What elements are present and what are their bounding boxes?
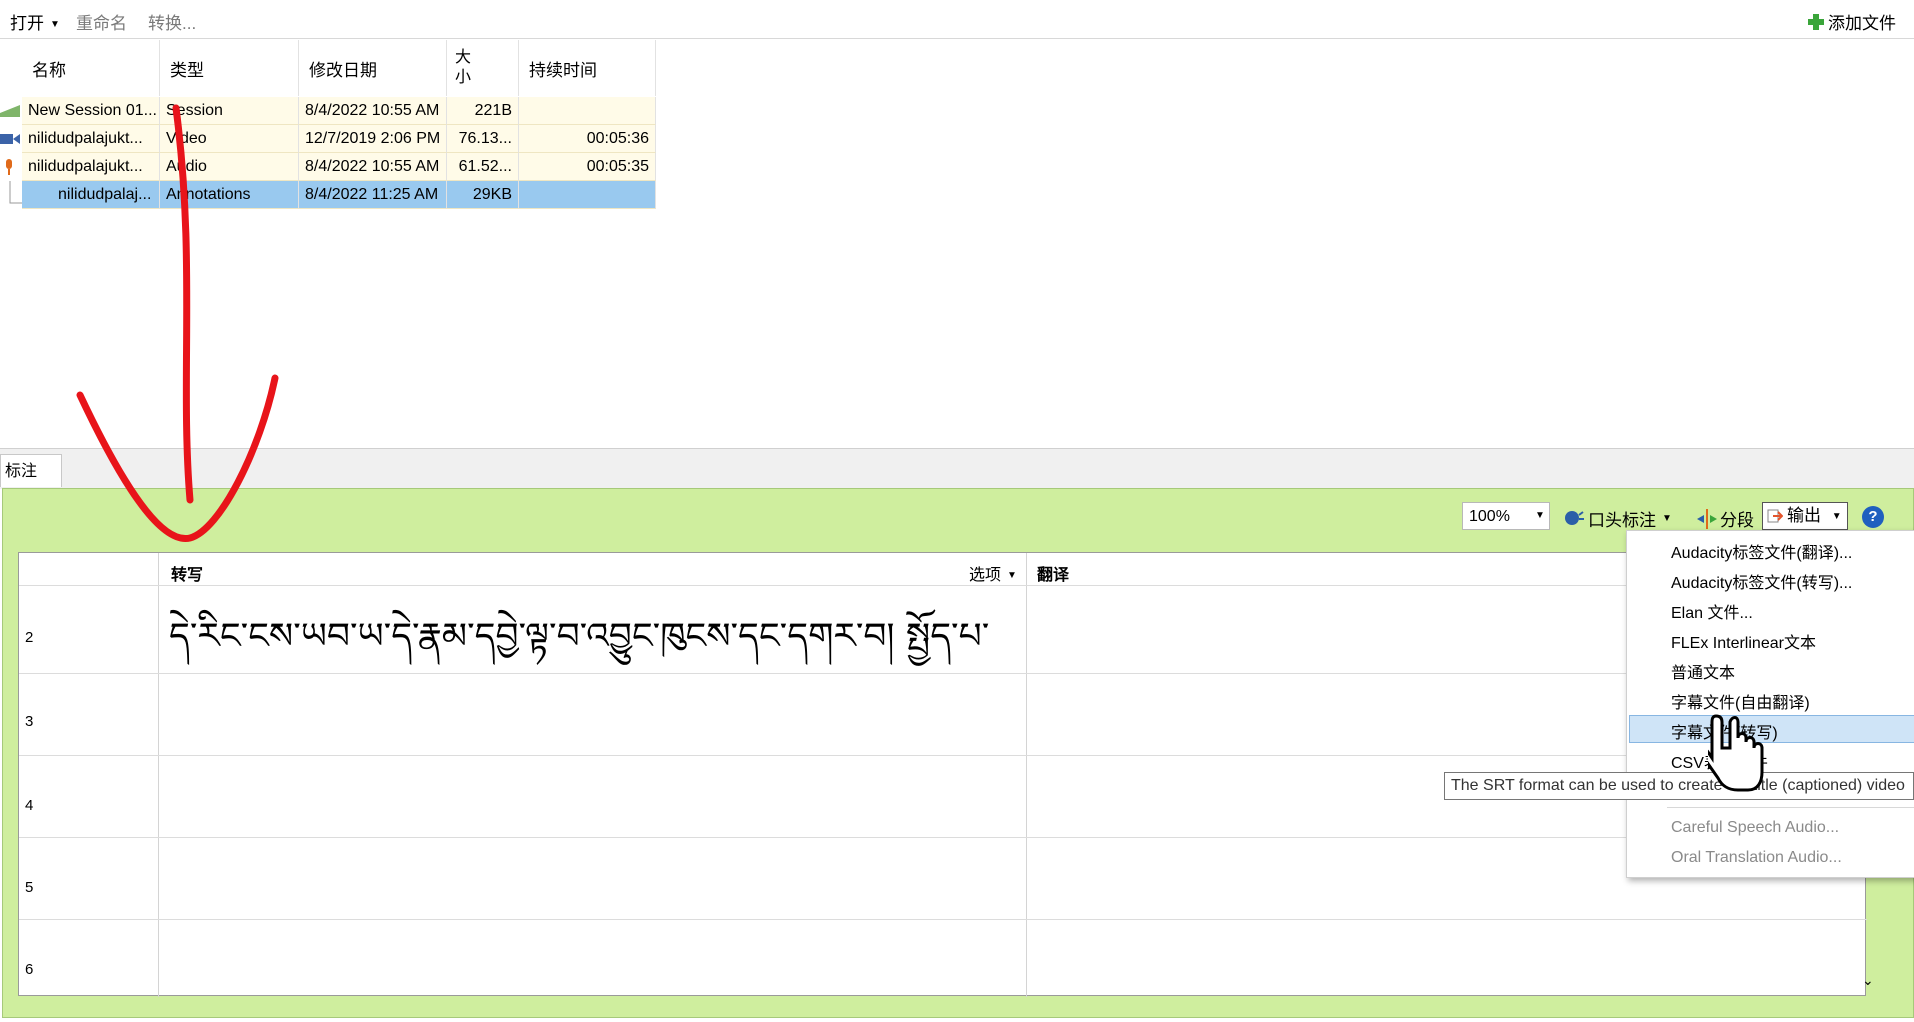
help-icon[interactable]: ?: [1862, 506, 1884, 528]
menu-separator: [1667, 807, 1914, 808]
tab-strip: [0, 448, 1914, 489]
export-label: 输出: [1787, 506, 1821, 525]
file-type: Annotations: [160, 181, 299, 209]
export-button[interactable]: 输出 ▼: [1762, 502, 1848, 530]
add-file-label: 添加文件: [1828, 14, 1896, 33]
file-type: Audio: [160, 153, 299, 181]
options-label: 选项: [969, 567, 1002, 584]
row-number: 2: [25, 629, 34, 646]
transcription-cell[interactable]: དེ་རིང་ངས་ཡབ་ཡ་དེ་རྣམ་དབྱེ་ལྟ་བ་འབྱུང་ཁུ…: [169, 595, 989, 697]
file-modified: 12/7/2019 2:06 PM: [299, 125, 447, 153]
chevron-down-icon: ▼: [50, 19, 60, 30]
tooltip: The SRT format can be used to create sub…: [1444, 772, 1914, 800]
menu-item-plain-text[interactable]: 普通文本: [1671, 659, 1735, 683]
transcription-header[interactable]: 转写: [171, 561, 203, 585]
grid-row[interactable]: [19, 673, 1867, 674]
rename-button[interactable]: 重命名: [76, 9, 127, 34]
file-name: nilidudpalaj...: [22, 181, 160, 209]
segment-button[interactable]: 分段: [1696, 506, 1754, 531]
menu-item-elan[interactable]: Elan 文件...: [1671, 599, 1753, 623]
open-label: 打开: [10, 14, 44, 33]
video-icon: [0, 134, 20, 144]
header-divider: [19, 585, 1867, 586]
menu-item-oral-translation: Oral Translation Audio...: [1671, 849, 1842, 866]
file-type: Video: [160, 125, 299, 153]
file-toolbar: 打开 ▼ 重命名 转换... 添加文件: [0, 0, 1914, 39]
file-duration: [519, 97, 656, 125]
file-size: 61.52...: [447, 153, 519, 181]
file-duration: 00:05:36: [519, 125, 656, 153]
add-file-button[interactable]: 添加文件: [1808, 9, 1896, 34]
file-duration: [519, 181, 656, 209]
grid-row[interactable]: [19, 919, 1867, 920]
grid-row[interactable]: [19, 837, 1867, 838]
options-dropdown[interactable]: 选项 ▼: [969, 561, 1017, 585]
file-modified: 8/4/2022 10:55 AM: [299, 153, 447, 181]
row-number-column: [19, 553, 159, 997]
file-row[interactable]: nilidudpalajukt... Video 12/7/2019 2:06 …: [0, 125, 656, 153]
translation-header[interactable]: 翻译: [1037, 561, 1069, 585]
row-number: 6: [25, 961, 34, 978]
file-size: 29KB: [447, 181, 519, 209]
segment-icon: [1697, 508, 1717, 529]
file-size: 76.13...: [447, 125, 519, 153]
menu-item-flex[interactable]: FLEx Interlinear文本: [1671, 629, 1816, 653]
convert-button[interactable]: 转换...: [148, 9, 196, 34]
tab-annotation[interactable]: 标注: [0, 454, 62, 487]
row-number: 4: [25, 797, 34, 814]
oral-label: 口头标注: [1588, 511, 1656, 530]
chevron-down-icon: ▼: [1007, 570, 1017, 581]
column-header-name[interactable]: 名称: [22, 40, 160, 96]
file-name: nilidudpalajukt...: [22, 125, 160, 153]
menu-item-srt-free-translation[interactable]: 字幕文件(自由翻译): [1671, 689, 1810, 713]
menu-item-srt-transcription[interactable]: 字幕文件(转写): [1671, 719, 1778, 743]
column-header-type[interactable]: 类型: [160, 40, 299, 96]
oral-annotation-button[interactable]: 口头标注 ▼: [1564, 506, 1672, 531]
menu-item-careful-speech: Careful Speech Audio...: [1671, 819, 1840, 836]
chevron-down-icon: ▼: [1662, 513, 1672, 524]
scroll-down-icon[interactable]: ⌄: [1862, 972, 1874, 989]
menu-item-audacity-translation[interactable]: Audacity标签文件(翻译)...: [1671, 539, 1852, 563]
segment-label: 分段: [1720, 511, 1754, 530]
file-modified: 8/4/2022 10:55 AM: [299, 97, 447, 125]
file-row[interactable]: nilidudpalajukt... Audio 8/4/2022 10:55 …: [0, 153, 656, 181]
file-duration: 00:05:35: [519, 153, 656, 181]
chevron-down-icon: ▼: [1831, 511, 1842, 522]
export-menu: Audacity标签文件(翻译)... Audacity标签文件(转写)... …: [1626, 530, 1914, 878]
file-type: Session: [160, 97, 299, 125]
column-header-duration[interactable]: 持续时间: [519, 40, 656, 96]
column-header-size[interactable]: 大小: [447, 40, 519, 96]
file-modified: 8/4/2022 11:25 AM: [299, 181, 447, 209]
file-row-selected[interactable]: nilidudpalaj... Annotations 8/4/2022 11:…: [0, 181, 656, 209]
file-row[interactable]: New Session 01... Session 8/4/2022 10:55…: [0, 97, 656, 125]
column-header-modified[interactable]: 修改日期: [299, 40, 447, 96]
microphone-icon: [6, 159, 12, 175]
grid-row[interactable]: [19, 755, 1867, 756]
row-number: 3: [25, 713, 34, 730]
file-size: 221B: [447, 97, 519, 125]
open-menu-button[interactable]: 打开 ▼: [10, 9, 60, 34]
row-number: 5: [25, 879, 34, 896]
chevron-down-icon[interactable]: ▼: [1530, 502, 1550, 530]
file-name: New Session 01...: [22, 97, 160, 125]
session-icon: [0, 105, 20, 117]
speaking-head-icon: [1565, 510, 1584, 525]
menu-item-csv[interactable]: CSV表格文件: [1671, 749, 1768, 773]
size-header-label: 大小: [455, 49, 472, 86]
export-icon: [1767, 509, 1783, 523]
file-name: nilidudpalajukt...: [22, 153, 160, 181]
plus-icon: [1808, 13, 1824, 30]
menu-item-audacity-transcription[interactable]: Audacity标签文件(转写)...: [1671, 569, 1852, 593]
